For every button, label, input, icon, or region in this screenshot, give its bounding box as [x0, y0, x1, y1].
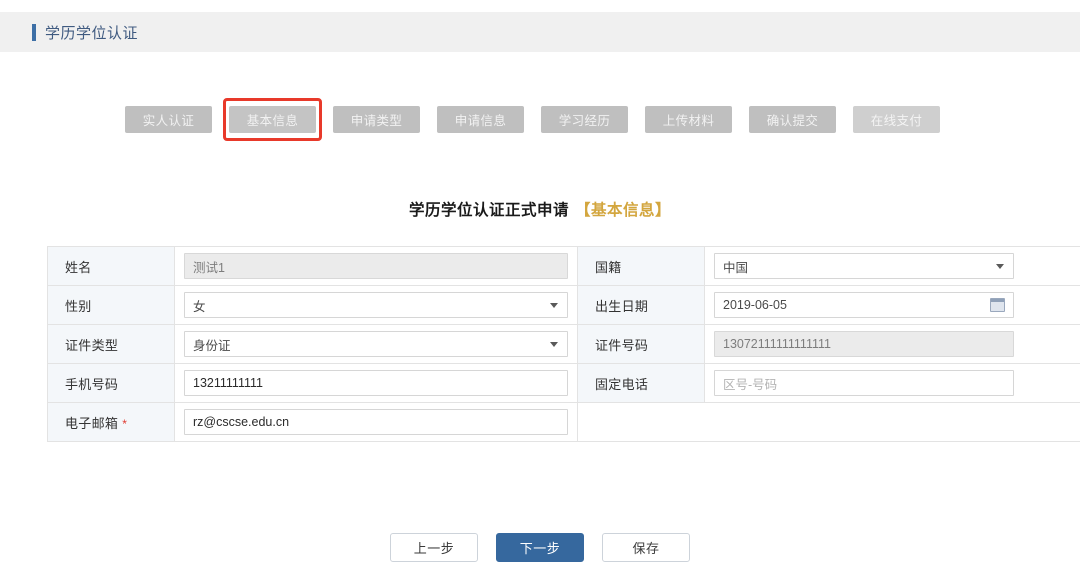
table-row: 手机号码 13211111111 固定电话 区号-号码	[48, 364, 1080, 403]
id-number-input[interactable]: 13072111111111111	[714, 331, 1014, 357]
gender-select-value: 女	[193, 296, 206, 315]
step-tab-label: 在线支付	[871, 110, 923, 129]
field-label-landline: 固定电话	[578, 364, 705, 403]
birthdate-input[interactable]: 2019-06-05	[714, 292, 1014, 318]
step-tab-5[interactable]: 上传材料	[645, 106, 732, 133]
nationality-select[interactable]: 中国	[714, 253, 1014, 279]
step-tab-4[interactable]: 学习经历	[541, 106, 628, 133]
empty-cell	[578, 403, 1080, 442]
table-row: 证件类型 身份证 证件号码 13072111111111111	[48, 325, 1080, 364]
step-tab-label: 申请信息	[455, 110, 507, 129]
step-tab-label: 上传材料	[663, 110, 715, 129]
field-cell-nationality: 中国	[705, 247, 1080, 286]
chevron-down-icon	[996, 264, 1004, 269]
name-input[interactable]: 测试1	[184, 253, 568, 279]
calendar-icon[interactable]	[990, 298, 1005, 312]
field-cell-mobile: 13211111111	[175, 364, 578, 403]
field-cell-id-number: 13072111111111111	[705, 325, 1080, 364]
step-tab-label: 确认提交	[767, 110, 819, 129]
gender-select[interactable]: 女	[184, 292, 568, 318]
field-cell-name: 测试1	[175, 247, 578, 286]
field-label-email-text: 电子邮箱	[65, 416, 118, 431]
birthdate-input-value: 2019-06-05	[723, 298, 787, 312]
form-heading-main: 学历学位认证正式申请	[409, 202, 569, 219]
email-input[interactable]: rz@cscse.edu.cn	[184, 409, 568, 435]
id-type-select-value: 身份证	[193, 335, 231, 354]
landline-input[interactable]: 区号-号码	[714, 370, 1014, 396]
step-tab-2[interactable]: 申请类型	[333, 106, 420, 133]
form-actions: 上一步 下一步 保存	[0, 533, 1080, 562]
step-tab-3[interactable]: 申请信息	[437, 106, 524, 133]
chevron-down-icon	[550, 303, 558, 308]
name-input-value: 测试1	[193, 257, 225, 276]
table-row: 电子邮箱 * rz@cscse.edu.cn	[48, 403, 1080, 442]
page-title: 学历学位认证	[45, 22, 138, 43]
field-cell-landline: 区号-号码	[705, 364, 1080, 403]
field-cell-id-type: 身份证	[175, 325, 578, 364]
step-tab-label: 基本信息	[247, 110, 299, 129]
field-cell-birthdate: 2019-06-05	[705, 286, 1080, 325]
landline-input-placeholder: 区号-号码	[723, 374, 777, 393]
table-row: 姓名 测试1 国籍 中国	[48, 247, 1080, 286]
id-type-select[interactable]: 身份证	[184, 331, 568, 357]
field-label-birthdate: 出生日期	[578, 286, 705, 325]
header-accent-bar	[32, 24, 36, 41]
save-button[interactable]: 保存	[602, 533, 690, 562]
step-nav: 实人认证 基本信息 申请类型 申请信息 学习经历 上传材料 确认提交 在线支付	[125, 106, 940, 133]
email-input-value: rz@cscse.edu.cn	[193, 415, 289, 429]
table-row: 性别 女 出生日期 2019-06-05	[48, 286, 1080, 325]
step-tab-6[interactable]: 确认提交	[749, 106, 836, 133]
step-tab-0[interactable]: 实人认证	[125, 106, 212, 133]
step-tab-7: 在线支付	[853, 106, 940, 133]
step-tab-label: 学习经历	[559, 110, 611, 129]
prev-step-button[interactable]: 上一步	[390, 533, 478, 562]
step-tab-1[interactable]: 基本信息	[229, 106, 316, 133]
form-heading: 学历学位认证正式申请【基本信息】	[0, 198, 1080, 220]
field-label-id-number: 证件号码	[578, 325, 705, 364]
basic-info-table: 姓名 测试1 国籍 中国 性别 女 出	[47, 246, 1080, 442]
next-step-button[interactable]: 下一步	[496, 533, 584, 562]
field-cell-gender: 女	[175, 286, 578, 325]
field-label-name: 姓名	[48, 247, 175, 286]
field-cell-email: rz@cscse.edu.cn	[175, 403, 578, 442]
form-heading-section: 【基本信息】	[575, 202, 671, 219]
mobile-input-value: 13211111111	[193, 376, 263, 390]
field-label-gender: 性别	[48, 286, 175, 325]
step-tab-label: 实人认证	[143, 110, 195, 129]
required-marker: *	[122, 417, 127, 431]
chevron-down-icon	[550, 342, 558, 347]
nationality-select-value: 中国	[723, 257, 748, 276]
field-label-email: 电子邮箱 *	[48, 403, 175, 442]
mobile-input[interactable]: 13211111111	[184, 370, 568, 396]
page-header: 学历学位认证	[0, 12, 1080, 52]
step-tab-label: 申请类型	[351, 110, 403, 129]
field-label-id-type: 证件类型	[48, 325, 175, 364]
id-number-input-value: 13072111111111111	[723, 337, 831, 351]
field-label-mobile: 手机号码	[48, 364, 175, 403]
field-label-nationality: 国籍	[578, 247, 705, 286]
